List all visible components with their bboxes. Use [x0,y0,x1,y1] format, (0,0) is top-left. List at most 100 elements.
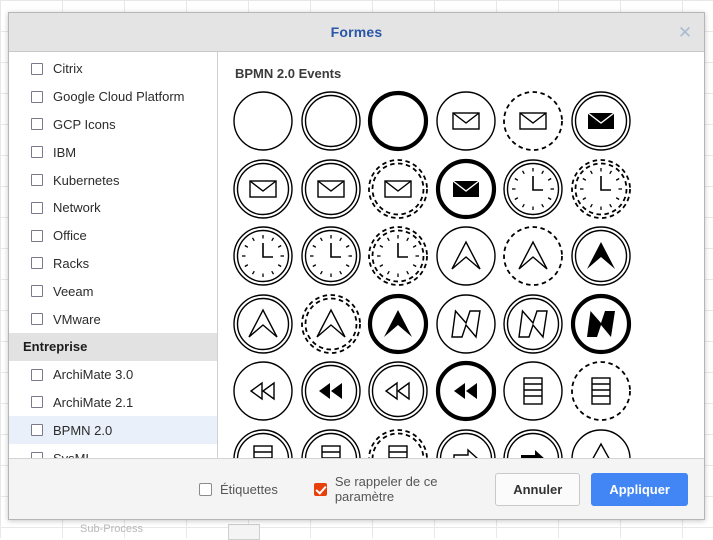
checkbox-citrix[interactable] [31,63,43,75]
checkbox-google-cloud-platform[interactable] [31,91,43,103]
shape-multiple-intermediate-event[interactable] [230,426,296,459]
shape-timer-start-non-interrupting[interactable] [568,156,634,222]
sidebar-item-archimate-3-0[interactable]: ArchiMate 3.0 [9,361,217,389]
apply-button[interactable]: Appliquer [591,473,688,506]
sidebar-item-google-cloud-platform[interactable]: Google Cloud Platform [9,83,217,111]
shape-conditional-intermediate-event[interactable] [500,291,566,357]
sidebar-item-label: Kubernetes [53,173,120,188]
shape-conditional-start-event[interactable] [433,291,499,357]
shape-link-catch-event[interactable] [230,358,296,424]
sidebar-item-label: Veeam [53,284,93,299]
cancel-button[interactable]: Annuler [495,473,580,506]
checkbox-vmware[interactable] [31,313,43,325]
sidebar-item-label: Network [53,200,101,215]
checkbox-archimate-3-0[interactable] [31,369,43,381]
sidebar-item-citrix[interactable]: Citrix [9,55,217,83]
dialog-button-group: Annuler Appliquer [495,473,688,506]
section-title: BPMN 2.0 Events [235,66,341,81]
shape-start-event[interactable] [230,88,296,154]
shape-escalation-start-event[interactable] [433,223,499,289]
shape-message-boundary-non-interrupting[interactable] [365,156,431,222]
sidebar-item-label: IBM [53,145,76,160]
dialog-body: Citrix Google Cloud Platform GCP Icons IBM K… [9,52,704,459]
shapes-dialog: Formes ✕ Citrix Google Cloud Platform GCP … [8,12,705,520]
labels-checkbox-box[interactable] [199,483,212,496]
checkbox-network[interactable] [31,202,43,214]
sidebar-item-gcp-icons[interactable]: GCP Icons [9,111,217,139]
checkbox-bpmn-2-0[interactable] [31,424,43,436]
sidebar-item-racks[interactable]: Racks [9,250,217,278]
sidebar-item-label: VMware [53,312,101,327]
dialog-titlebar: Formes ✕ [9,13,704,52]
sidebar-item-label: Citrix [53,61,83,76]
checkbox-archimate-2-1[interactable] [31,396,43,408]
shape-signal-start-event[interactable] [568,426,634,459]
shape-grid [226,88,704,458]
sidebar-group-entreprise: Entreprise [9,333,217,361]
shape-link-throw-end-event[interactable] [433,358,499,424]
checkbox-office[interactable] [31,230,43,242]
shape-escalation-intermediate-event[interactable] [230,291,296,357]
shape-message-intermediate-catch-event[interactable] [230,156,296,222]
checkbox-veeam[interactable] [31,285,43,297]
shape-preview-panel: BPMN 2.0 Events [218,52,704,458]
shape-escalation-end-event[interactable] [568,223,634,289]
sidebar-item-label: ArchiMate 3.0 [53,367,133,382]
shape-message-start-event[interactable] [433,88,499,154]
shape-timer-start-event[interactable] [500,156,566,222]
shape-escalation-throw-end-event[interactable] [365,291,431,357]
sidebar-item-label: ArchiMate 2.1 [53,395,133,410]
checkbox-gcp-icons[interactable] [31,118,43,130]
shape-message-end-event[interactable] [568,88,634,154]
checkbox-ibm[interactable] [31,146,43,158]
canvas-shape-label: Sub-Process [80,523,143,535]
sidebar-item-label: BPMN 2.0 [53,423,112,438]
sidebar-item-label: Office [53,228,87,243]
sidebar-item-label: GCP Icons [53,117,116,132]
checkbox-kubernetes[interactable] [31,174,43,186]
labels-checkbox-label: Étiquettes [220,482,278,497]
shape-signal-throw-event[interactable] [500,426,566,459]
sidebar-item-label: Racks [53,256,89,271]
sidebar-item-bpmn-2-0[interactable]: BPMN 2.0 [9,416,217,444]
shape-timer-boundary-non-interrupting[interactable] [365,223,431,289]
shape-escalation-start-non-interrupting[interactable] [500,223,566,289]
shape-multiple-boundary-event[interactable] [298,426,364,459]
shape-timer-boundary-event[interactable] [298,223,364,289]
shape-message-throw-end-event[interactable] [433,156,499,222]
shape-end-event[interactable] [365,88,431,154]
shape-link-throw-event[interactable] [298,358,364,424]
sidebar-item-vmware[interactable]: VMware [9,305,217,333]
shape-library-sidebar[interactable]: Citrix Google Cloud Platform GCP Icons IBM K… [9,52,218,458]
shape-link-intermediate-catch-event[interactable] [365,358,431,424]
sidebar-item-label: Entreprise [23,339,87,354]
sidebar-item-archimate-2-1[interactable]: ArchiMate 2.1 [9,389,217,417]
sidebar-item-kubernetes[interactable]: Kubernetes [9,166,217,194]
sidebar-item-ibm[interactable]: IBM [9,138,217,166]
close-icon[interactable]: ✕ [672,19,698,45]
dialog-title: Formes [331,24,383,40]
dialog-footer: Étiquettes Se rappeler de ce paramètre A… [9,459,704,519]
checkbox-sysml[interactable] [31,452,43,458]
shape-multiple-start-non-interrupting[interactable] [568,358,634,424]
shape-message-intermediate-boundary-event[interactable] [298,156,364,222]
labels-checkbox[interactable]: Étiquettes [199,482,278,497]
sidebar-item-sysml[interactable]: SysML [9,444,217,458]
sidebar-item-network[interactable]: Network [9,194,217,222]
shape-signal-catch-event[interactable] [433,426,499,459]
shape-timer-intermediate-event[interactable] [230,223,296,289]
shape-multiple-boundary-non-interrupting[interactable] [365,426,431,459]
remember-setting-checkbox-label: Se rappeler de ce paramètre [335,474,495,504]
checkbox-racks[interactable] [31,257,43,269]
shape-message-start-event-non-interrupting[interactable] [500,88,566,154]
sidebar-item-label: Google Cloud Platform [53,89,185,104]
remember-setting-checkbox[interactable]: Se rappeler de ce paramètre [314,474,495,504]
sidebar-item-office[interactable]: Office [9,222,217,250]
sidebar-item-label: SysML [53,451,93,458]
shape-escalation-boundary-non-interrupting[interactable] [298,291,364,357]
sidebar-item-veeam[interactable]: Veeam [9,277,217,305]
shape-start-event-non-interrupting[interactable] [298,88,364,154]
shape-multiple-start-event[interactable] [500,358,566,424]
shape-conditional-end-event[interactable] [568,291,634,357]
remember-setting-checkbox-box[interactable] [314,483,327,496]
